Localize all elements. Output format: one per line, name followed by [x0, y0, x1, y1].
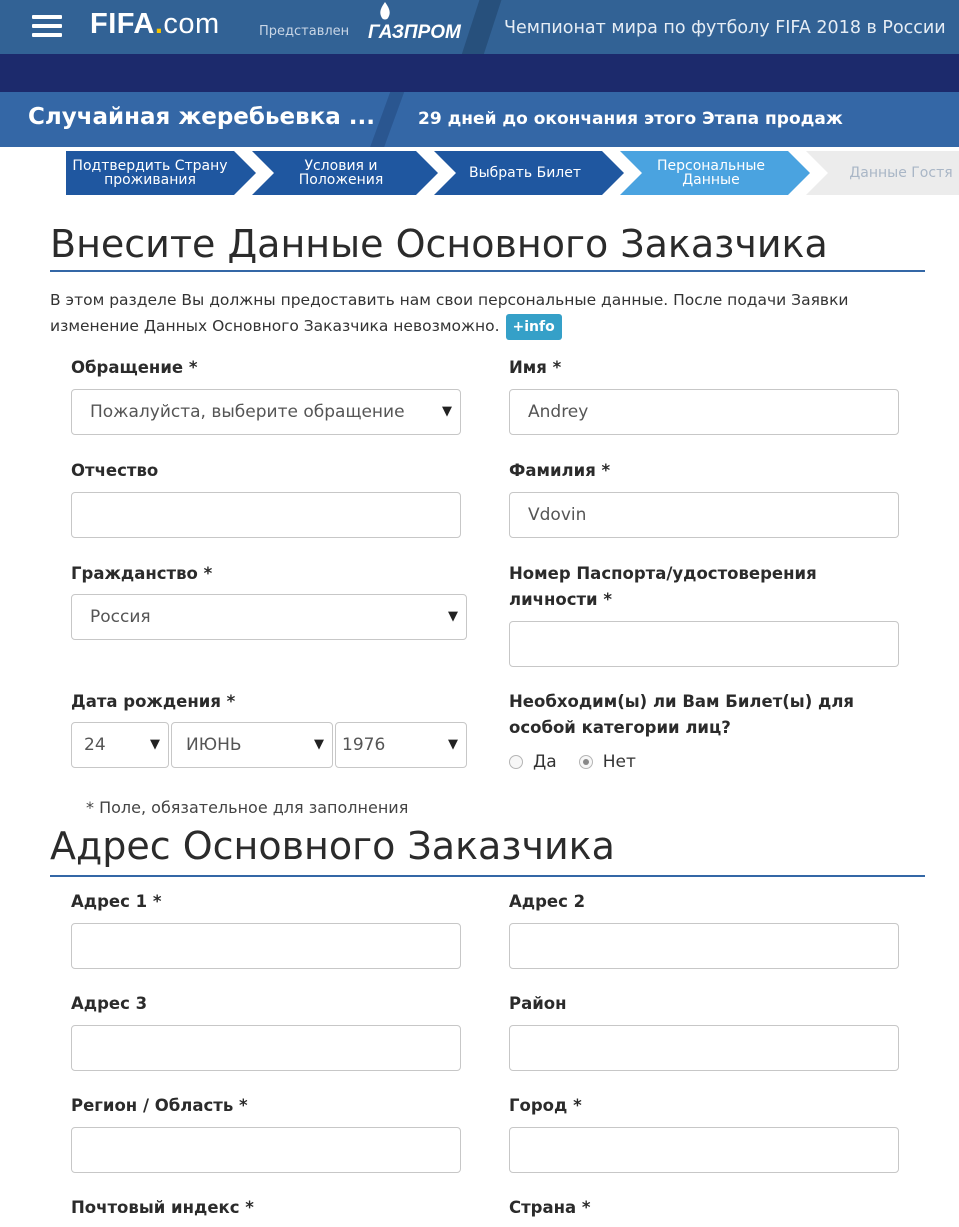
address-heading: Адрес Основного Заказчика: [50, 824, 615, 868]
heading-rule: [50, 270, 925, 272]
step-terms[interactable]: Условия и Положения: [266, 151, 416, 195]
special-category-radios: Да Нет: [509, 752, 636, 772]
address1-label: Адрес 1 *: [71, 892, 162, 911]
chevron-down-icon: ▼: [448, 737, 458, 752]
address2-label: Адрес 2: [509, 892, 586, 911]
special-category-label: Необходим(ы) ли Вам Билет(ы) для особой …: [509, 689, 854, 741]
first-name-input[interactable]: Andrey: [509, 389, 899, 435]
step-personal-data[interactable]: Персональные Данные: [636, 151, 786, 195]
salutation-label: Обращение *: [71, 358, 198, 377]
radio-yes[interactable]: [509, 755, 523, 769]
passport-label-line-1: Номер Паспорта/удостоверения: [509, 564, 817, 583]
menu-icon[interactable]: [32, 15, 62, 37]
city-label: Город *: [509, 1096, 582, 1115]
required-note: * Поле, обязательное для заполнения: [86, 798, 409, 817]
sponsor-flame-icon: [380, 2, 390, 20]
chevron-down-icon: ▼: [150, 737, 160, 752]
chevron-down-icon: ▼: [314, 737, 324, 752]
region-input[interactable]: [71, 1127, 461, 1173]
address2-input[interactable]: [509, 923, 899, 969]
salutation-placeholder: Пожалуйста, выберите обращение: [90, 402, 405, 422]
personal-data-heading: Внесите Данные Основного Заказчика: [50, 222, 828, 266]
radio-no[interactable]: [578, 755, 593, 769]
address3-label: Адрес 3: [71, 994, 148, 1013]
city-input[interactable]: [509, 1127, 899, 1173]
special-label-line-1: Необходим(ы) ли Вам Билет(ы) для: [509, 692, 855, 711]
middle-name-label: Отчество: [71, 461, 159, 480]
postcode-label: Почтовый индекс *: [71, 1198, 254, 1217]
special-label-line-2: особой категории лиц?: [509, 718, 731, 737]
passport-label: Номер Паспорта/удостоверения личности *: [509, 561, 817, 613]
info-button[interactable]: +info: [505, 313, 562, 340]
intro-line-2: изменение Данных Основного Заказчика нев…: [50, 317, 500, 335]
citizenship-label: Гражданство *: [71, 564, 213, 583]
address3-input[interactable]: [71, 1025, 461, 1071]
district-input[interactable]: [509, 1025, 899, 1071]
birthdate-label: Дата рождения *: [71, 692, 236, 711]
chevron-down-icon: ▼: [448, 609, 458, 624]
step-confirm-country[interactable]: Подтвердить Страну проживания: [66, 151, 234, 195]
birth-month-value: ИЮНЬ: [186, 735, 242, 755]
top-bar: FIFA.com Представлен ГАЗПРОМ Чемпионат м…: [0, 0, 959, 54]
citizenship-value: Россия: [90, 607, 151, 627]
region-label: Регион / Область *: [71, 1096, 248, 1115]
radio-yes-label[interactable]: Да: [533, 752, 557, 772]
nav-band: [0, 54, 959, 92]
sales-countdown: 29 дней до окончания этого Этапа продаж: [418, 109, 843, 129]
step-select-ticket[interactable]: Выбрать Билет: [450, 151, 600, 195]
sponsor-logo: ГАЗПРОМ: [368, 22, 461, 43]
first-name-label: Имя *: [509, 358, 562, 377]
salutation-select[interactable]: Пожалуйста, выберите обращение ▼: [71, 389, 461, 435]
birth-day-value: 24: [84, 735, 106, 755]
birth-year-select[interactable]: 1976 ▼: [335, 722, 467, 768]
middle-name-input[interactable]: [71, 492, 461, 538]
sales-phase-title: Случайная жеребьевка ...: [28, 104, 375, 130]
step-guest-data: Данные Гостя: [849, 165, 953, 181]
chevron-down-icon: ▼: [442, 404, 452, 419]
passport-input[interactable]: [509, 621, 899, 667]
citizenship-select[interactable]: Россия ▼: [71, 594, 467, 640]
fifa-logo[interactable]: FIFA.com: [90, 8, 220, 41]
progress-steps: Подтвердить Страну проживания Условия и По…: [66, 151, 959, 195]
birth-year-value: 1976: [342, 735, 386, 755]
presented-by-label: Представлен: [259, 24, 350, 39]
address-heading-rule: [50, 875, 925, 877]
intro-line-1: В этом разделе Вы должны предоставить на…: [50, 291, 849, 309]
district-label: Район: [509, 994, 567, 1013]
last-name-input[interactable]: Vdovin: [509, 492, 899, 538]
radio-no-label[interactable]: Нет: [603, 752, 636, 772]
address1-input[interactable]: [71, 923, 461, 969]
event-title[interactable]: Чемпионат мира по футболу FIFA 2018 в Ро…: [504, 18, 946, 38]
country-label: Страна *: [509, 1198, 591, 1217]
intro-text: В этом разделе Вы должны предоставить на…: [50, 287, 940, 340]
birth-day-select[interactable]: 24 ▼: [71, 722, 169, 768]
sales-phase-bar: Случайная жеребьевка ... 29 дней до окон…: [0, 92, 959, 147]
birth-month-select[interactable]: ИЮНЬ ▼: [171, 722, 333, 768]
header-divider: [458, 0, 504, 54]
last-name-label: Фамилия *: [509, 461, 611, 480]
passport-label-line-2: личности *: [509, 590, 612, 609]
